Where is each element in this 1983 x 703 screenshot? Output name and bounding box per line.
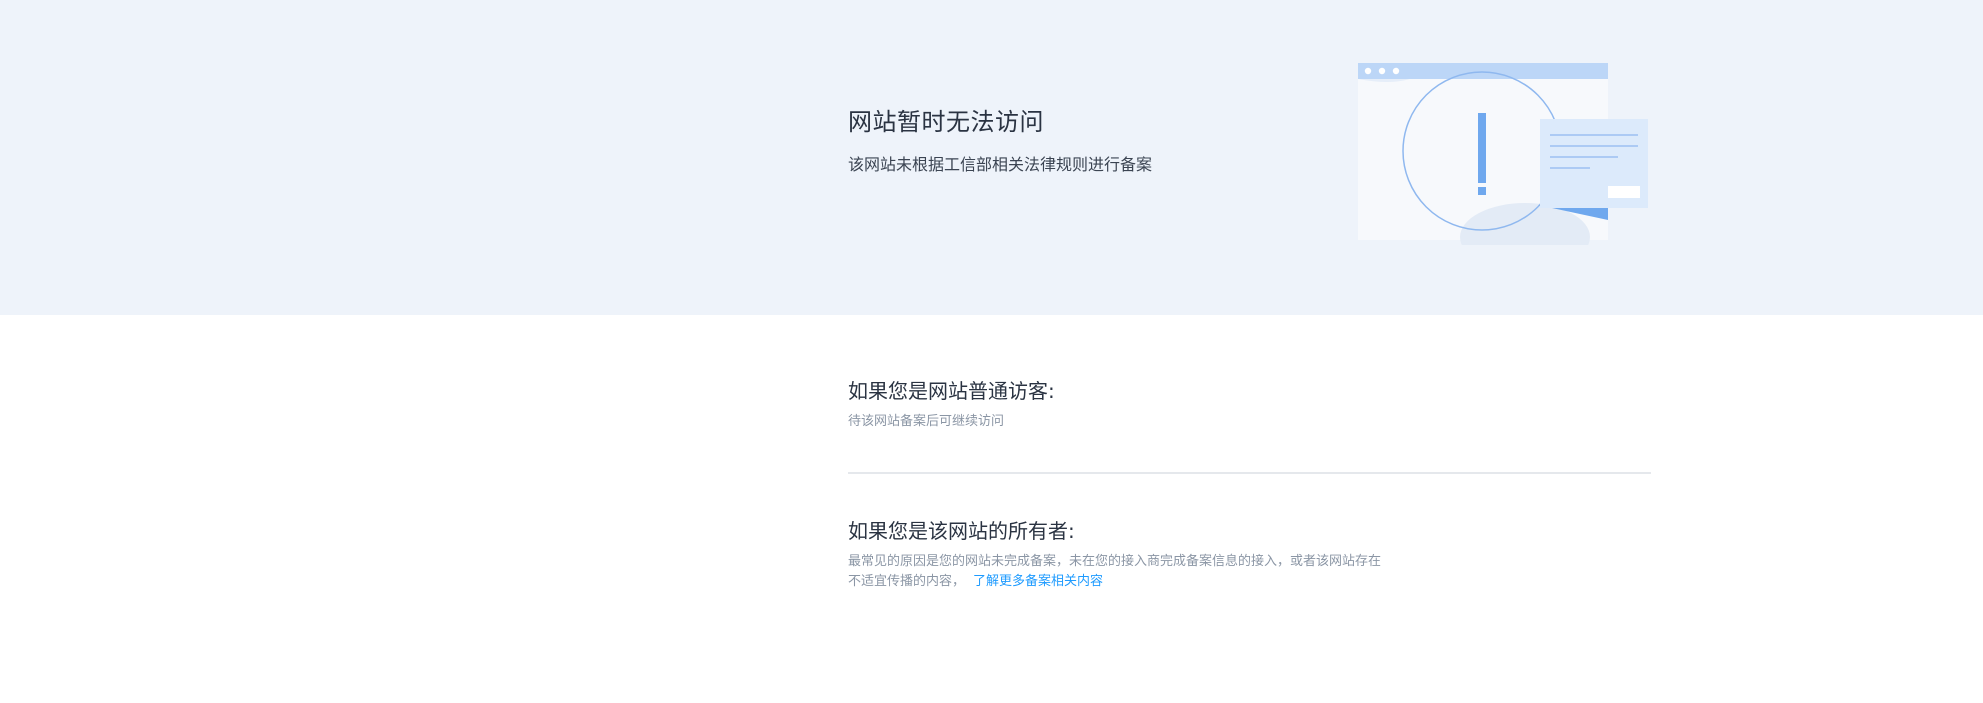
- visitor-section-text: 待该网站备案后可继续访问: [848, 414, 1005, 429]
- learn-more-link[interactable]: 了解更多备案相关内容: [973, 574, 1103, 589]
- owner-text-line-1: 最常见的原因是您的网站未完成备案，未在您的接入商完成备案信息的接入，或者该网站存…: [848, 554, 1382, 569]
- owner-text-line-2: 不适宜传播的内容， 了解更多备案相关内容: [848, 572, 1381, 592]
- owner-section-title: 如果您是该网站的所有者:: [848, 519, 1075, 543]
- page-title: 网站暂时无法访问: [848, 108, 1044, 136]
- owner-section-text: 最常见的原因是您的网站未完成备案，未在您的接入商完成备案信息的接入，或者该网站存…: [848, 552, 1381, 592]
- divider: [848, 472, 1651, 474]
- warning-browser-illustration: [1350, 55, 1660, 271]
- owner-text-line-2-text: 不适宜传播的内容，: [848, 574, 966, 589]
- page-subtitle: 该网站未根据工信部相关法律规则进行备案: [848, 155, 1153, 174]
- visitor-section-title: 如果您是网站普通访客:: [848, 379, 1055, 403]
